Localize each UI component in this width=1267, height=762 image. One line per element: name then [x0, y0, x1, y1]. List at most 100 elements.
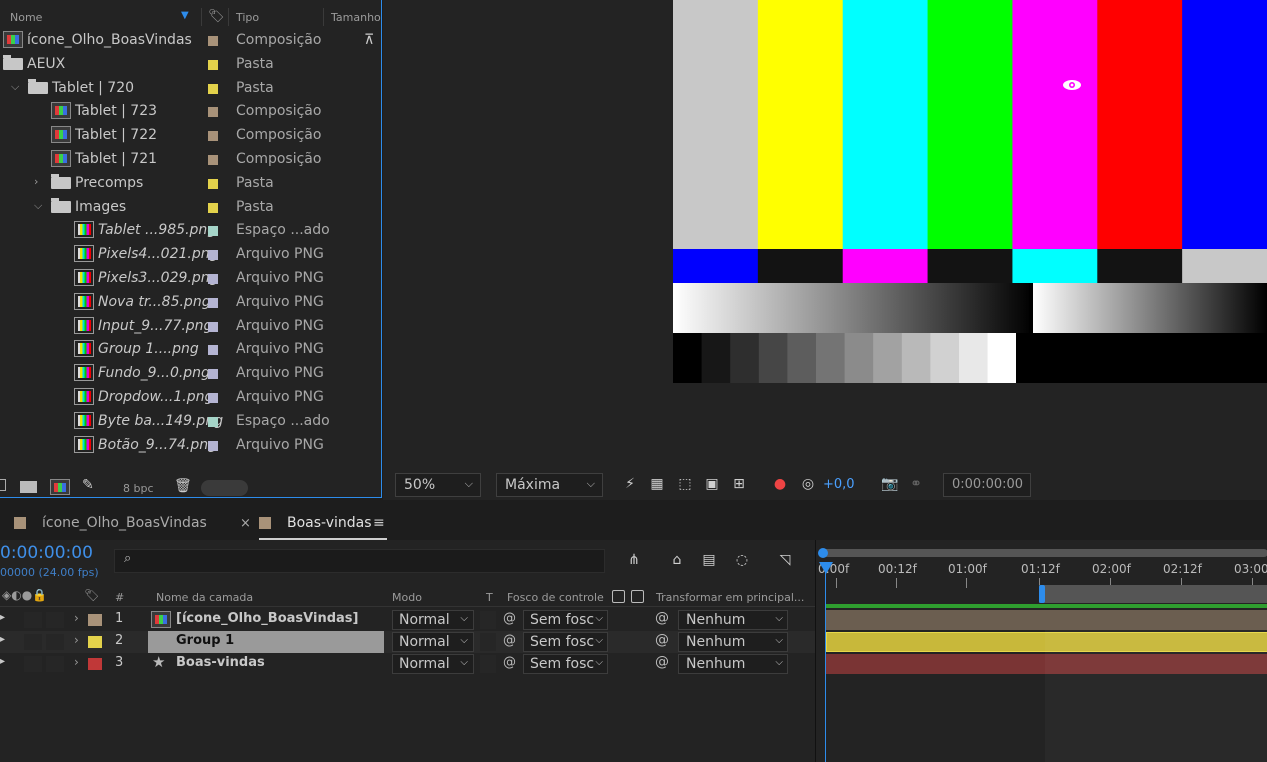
project-item[interactable]: AEUX Pasta — [0, 53, 362, 76]
layer-name[interactable]: Boas-vindas — [176, 655, 265, 670]
column-size[interactable]: Tamanho — [331, 11, 381, 24]
viewer-timecode[interactable]: 0:00:00:00 — [943, 473, 1031, 497]
tab-boas-vindas[interactable]: Boas-vindas ≡ — [259, 515, 387, 540]
preserve-transparency-toggle[interactable] — [480, 633, 496, 651]
invert-matte-icon[interactable] — [631, 590, 644, 603]
close-tab-icon[interactable]: × — [240, 516, 251, 531]
label-tag-icon[interactable]: 🏷 — [208, 9, 225, 24]
twirl-chevron-icon[interactable]: › — [74, 655, 79, 669]
layer-label-swatch[interactable] — [88, 658, 102, 670]
label-color-swatch[interactable] — [208, 226, 218, 237]
color-bars-preview[interactable] — [673, 0, 1267, 383]
zoom-dropdown[interactable]: 50% ⌵ — [395, 473, 481, 497]
expand-chevron-icon[interactable]: ⌵ — [11, 80, 19, 94]
layer-row[interactable]: ▸ › 3 ★ Boas-vindas Normal ⌵ @ Sem fosco ⌵ @ Nenhum… — [0, 653, 815, 675]
matte-pickwhip-icon[interactable]: @ — [503, 655, 516, 670]
label-color-swatch[interactable] — [208, 155, 218, 165]
matte-pickwhip-icon[interactable]: @ — [503, 633, 516, 648]
parent-dropdown[interactable]: Nenhum ⌵ — [678, 632, 788, 652]
project-item[interactable]: Nova tr...85.png Arquivo PNG — [0, 291, 362, 314]
label-color-swatch[interactable] — [208, 178, 218, 189]
layer-name[interactable]: Group 1 — [176, 633, 234, 648]
project-item[interactable]: Botão_9...74.png Arquivo PNG — [0, 434, 362, 457]
project-item[interactable]: ícone_Olho_BoasVindas Composição — [0, 29, 362, 52]
label-color-swatch[interactable] — [208, 369, 218, 380]
panel-menu-icon[interactable]: ≡ — [373, 515, 385, 531]
blend-mode-dropdown[interactable]: Normal ⌵ — [392, 632, 474, 652]
sort-arrow-icon[interactable]: ▼ — [181, 10, 189, 21]
layer-row[interactable]: ▸ › 2 Group 1 Normal ⌵ @ Sem fosco ⌵ @ Nenhum ⌵ — [0, 631, 815, 653]
project-item[interactable]: ⌵ Tablet | 720 Pasta — [0, 77, 362, 100]
layer-search-input[interactable]: ⌕ — [114, 549, 605, 573]
project-item[interactable]: Group 1....png Arquivo PNG — [0, 338, 362, 361]
layer-label-swatch[interactable] — [88, 614, 102, 626]
video-toggle-icon[interactable]: ▸ — [0, 656, 5, 667]
track-matte-dropdown[interactable]: Sem fosco ⌵ — [523, 632, 608, 652]
adjust-settings-icon[interactable]: ✎ — [82, 477, 94, 493]
collapsed-chevron-icon[interactable]: › — [34, 175, 38, 188]
parent-pickwhip-icon[interactable]: @ — [655, 610, 669, 626]
label-color-swatch[interactable] — [208, 131, 218, 142]
column-type[interactable]: Tipo — [236, 11, 259, 24]
matte-pickwhip-icon[interactable]: @ — [503, 611, 516, 626]
lock-toggle[interactable] — [46, 612, 64, 628]
guides-icon[interactable]: ⊞ — [730, 476, 748, 493]
new-composition-icon[interactable] — [50, 479, 70, 495]
label-color-swatch[interactable] — [208, 250, 218, 261]
show-snapshot-icon[interactable]: ⚭ — [907, 476, 925, 493]
motion-blur-icon[interactable]: ◌ — [733, 552, 751, 569]
parent-pickwhip-icon[interactable]: @ — [655, 632, 669, 648]
parent-dropdown[interactable]: Nenhum ⌵ — [678, 654, 788, 674]
track-matte-dropdown[interactable]: Sem fosco ⌵ — [523, 654, 608, 674]
project-item[interactable]: Fundo_9...0.png Arquivo PNG — [0, 362, 362, 385]
preserve-transparency-toggle[interactable] — [480, 655, 496, 673]
flowchart-icon[interactable]: ⊼ — [364, 32, 374, 48]
label-color-swatch[interactable] — [208, 416, 218, 427]
project-item[interactable]: Byte ba...149.png Espaço ...ado — [0, 410, 362, 433]
label-color-swatch[interactable] — [208, 36, 218, 46]
project-item[interactable]: Tablet | 722 Composição — [0, 124, 362, 147]
project-item[interactable]: Input_9...77.png Arquivo PNG — [0, 315, 362, 338]
layer-label-swatch[interactable] — [88, 636, 102, 648]
blend-mode-dropdown[interactable]: Normal ⌵ — [392, 610, 474, 630]
twirl-chevron-icon[interactable]: › — [74, 611, 79, 625]
solo-toggle[interactable] — [24, 656, 42, 672]
lock-toggle[interactable] — [46, 634, 64, 650]
lock-toggle[interactable] — [46, 656, 64, 672]
snapshot-camera-icon[interactable]: 📷 — [881, 476, 899, 493]
label-color-swatch[interactable] — [208, 440, 218, 451]
label-color-swatch[interactable] — [208, 59, 218, 70]
track-matte-dropdown[interactable]: Sem fosco ⌵ — [523, 610, 608, 630]
layer-name[interactable]: [ícone_Olho_BoasVindas] — [176, 611, 358, 626]
column-name[interactable]: Nome — [10, 11, 42, 24]
color-management-icon[interactable]: ◎ — [799, 476, 817, 493]
solo-toggle[interactable] — [24, 634, 42, 650]
label-color-swatch[interactable] — [208, 393, 218, 403]
expand-chevron-icon[interactable]: ⌵ — [34, 199, 42, 213]
solo-toggle[interactable] — [24, 612, 42, 628]
work-area-end-handle[interactable] — [1039, 585, 1045, 603]
fast-preview-icon[interactable]: ⚡ — [621, 476, 639, 493]
shy-layers-icon[interactable]: ⌂ — [668, 552, 686, 569]
graph-editor-icon[interactable]: ◹ — [776, 552, 794, 569]
label-color-swatch[interactable] — [208, 83, 218, 94]
transparency-grid-icon[interactable]: ▦ — [648, 476, 666, 493]
playhead-line[interactable] — [825, 562, 826, 762]
project-item[interactable]: Dropdow...1.png Arquivo PNG — [0, 386, 362, 409]
project-item[interactable]: ⌵ Images Pasta — [0, 196, 362, 219]
col-layer-name[interactable]: Nome da camada — [156, 591, 253, 604]
project-search-pill[interactable] — [201, 480, 248, 496]
project-item[interactable]: › Precomps Pasta — [0, 172, 362, 195]
resolution-dropdown[interactable]: Máxima ⌵ — [496, 473, 603, 497]
project-item[interactable]: Tablet | 723 Composição — [0, 100, 362, 123]
parent-pickwhip-icon[interactable]: @ — [655, 654, 669, 670]
project-item[interactable]: Tablet | 721 Composição — [0, 148, 362, 171]
blend-mode-dropdown[interactable]: Normal ⌵ — [392, 654, 474, 674]
av-features-icons[interactable]: ◈◐●🔒 — [2, 588, 47, 602]
work-area-range[interactable] — [826, 604, 1267, 608]
project-item[interactable]: Pixels3...029.png Arquivo PNG — [0, 267, 362, 290]
label-color-swatch[interactable] — [208, 321, 218, 332]
layer-row[interactable]: ▸ › 1 [ícone_Olho_BoasVindas] Normal ⌵ @ Sem fo… — [0, 609, 815, 631]
layer-duration-bar[interactable] — [826, 610, 1267, 630]
parent-dropdown[interactable]: Nenhum ⌵ — [678, 610, 788, 630]
